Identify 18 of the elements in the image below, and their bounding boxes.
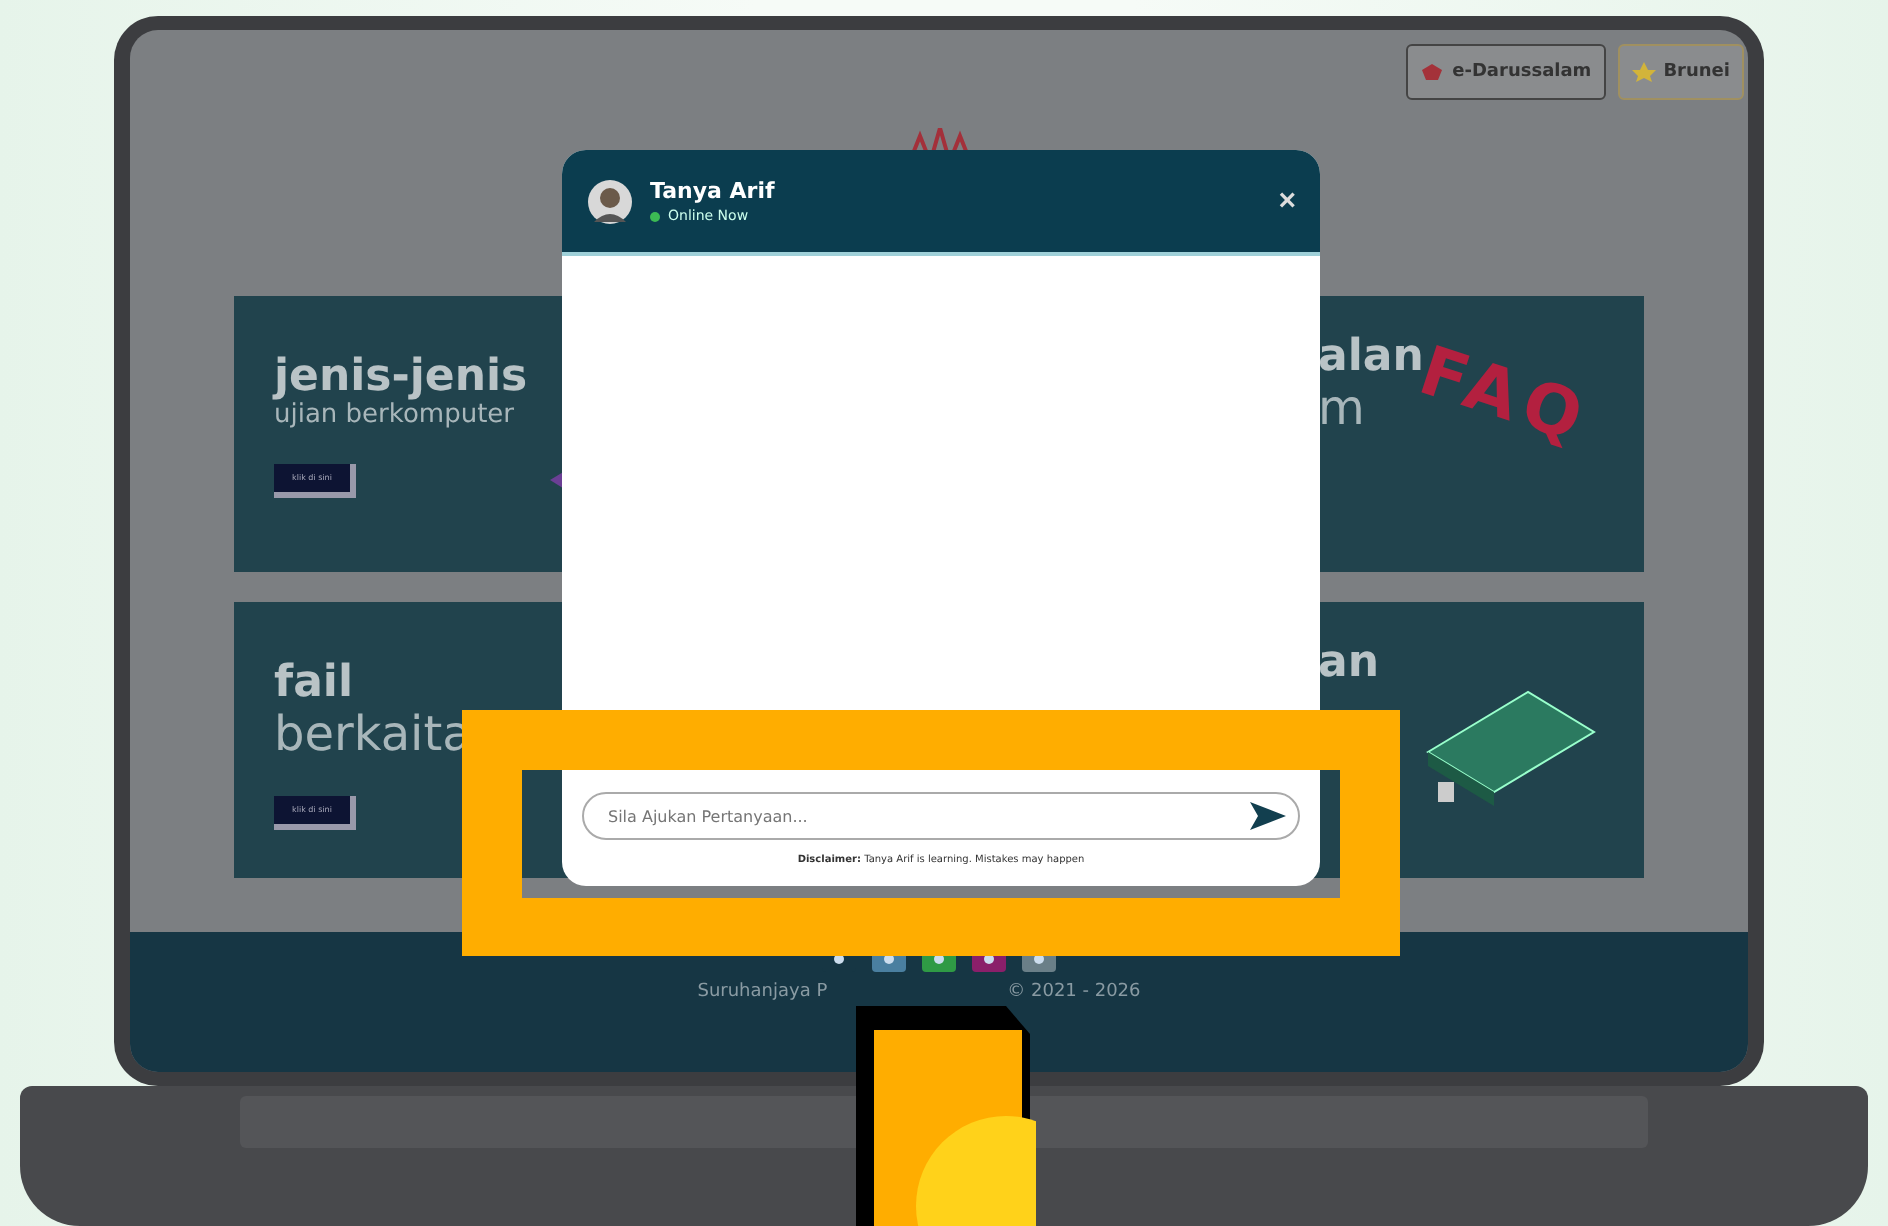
header-link[interactable]: Brunei bbox=[1617, 44, 1744, 100]
question-field[interactable]: Sila Ajukan Pertanyaan... bbox=[582, 792, 1300, 840]
header-link[interactable]: e-Darussalam bbox=[1406, 44, 1606, 100]
close-button[interactable]: × bbox=[1278, 184, 1296, 218]
banner-title: jenis-jenis bbox=[274, 356, 528, 400]
footer-text: Suruhanjaya P bbox=[697, 982, 828, 1002]
copyright-text: © 2021 - 2026 bbox=[1007, 982, 1141, 1002]
send-button[interactable] bbox=[1250, 802, 1286, 830]
banner-title: an bbox=[1318, 642, 1380, 686]
banner-subtitle: ujian berkomputer bbox=[274, 400, 515, 432]
agent-name: Tanya Arif bbox=[650, 178, 777, 204]
avatar-icon bbox=[586, 177, 634, 225]
banner-title: fail bbox=[274, 662, 353, 706]
crest-icon bbox=[1420, 62, 1445, 82]
banner-subtitle: m bbox=[1318, 380, 1365, 438]
banner-title: alan bbox=[1318, 336, 1424, 380]
online-dot-icon bbox=[650, 211, 660, 221]
star-icon bbox=[1631, 62, 1656, 82]
